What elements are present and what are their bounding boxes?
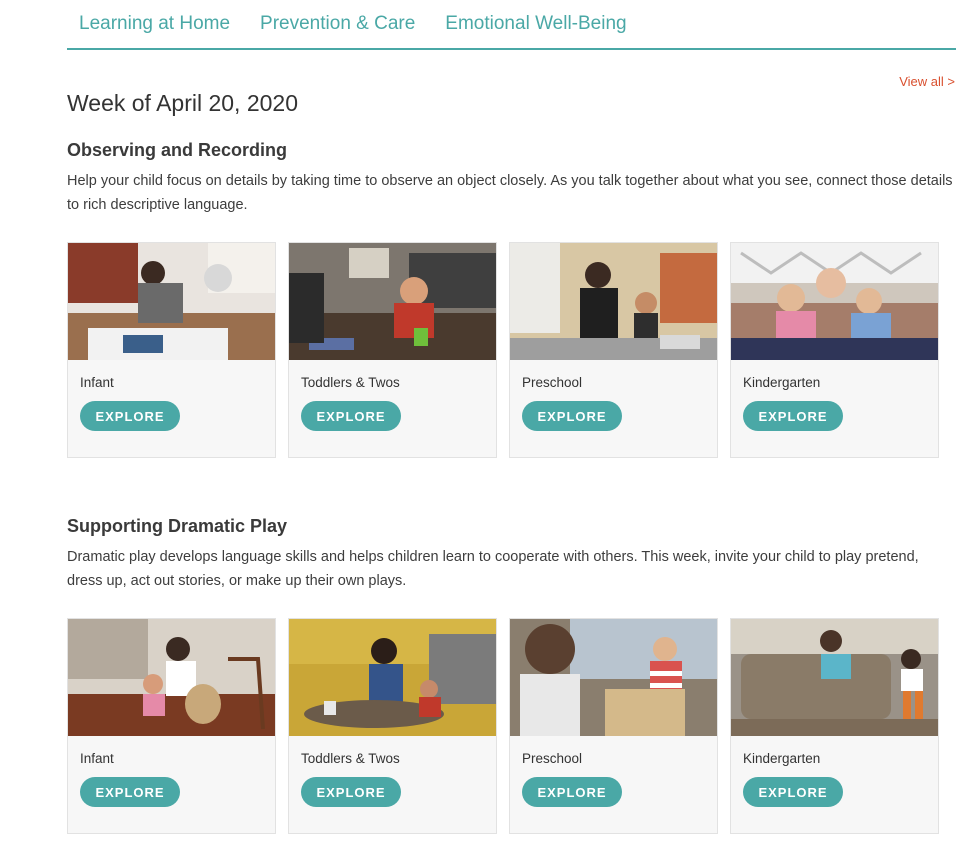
card-age-label: Preschool: [522, 375, 583, 390]
card-photo: [68, 243, 275, 360]
age-card-toddlers-twos[interactable]: Toddlers & Twos EXPLORE: [288, 618, 497, 834]
card-age-label: Infant: [80, 751, 114, 766]
card-age-label: Infant: [80, 375, 114, 390]
card-age-label: Kindergarten: [743, 375, 821, 390]
card-photo: [289, 243, 496, 360]
explore-button[interactable]: EXPLORE: [301, 401, 401, 431]
explore-button[interactable]: EXPLORE: [80, 777, 180, 807]
age-card-kindergarten[interactable]: Kindergarten EXPLORE: [730, 618, 939, 834]
card-age-label: Toddlers & Twos: [301, 375, 400, 390]
age-card-preschool[interactable]: Preschool EXPLORE: [509, 618, 718, 834]
age-card-kindergarten[interactable]: Kindergarten EXPLORE: [730, 242, 939, 458]
tab-emotional-well-being[interactable]: Emotional Well-Being: [445, 13, 626, 35]
age-card-toddlers-twos[interactable]: Toddlers & Twos EXPLORE: [288, 242, 497, 458]
section-description: Help your child focus on details by taki…: [67, 173, 953, 213]
section-description: Dramatic play develops language skills a…: [67, 549, 919, 589]
explore-button[interactable]: EXPLORE: [743, 777, 843, 807]
age-card-infant[interactable]: Infant EXPLORE: [67, 618, 276, 834]
card-photo: [731, 243, 938, 360]
week-title: Week of April 20, 2020: [67, 90, 298, 116]
tab-prevention-care[interactable]: Prevention & Care: [260, 13, 415, 35]
section-observing-recording: Observing and Recording Help your child …: [67, 140, 957, 458]
tab-learning-at-home[interactable]: Learning at Home: [79, 13, 230, 35]
card-age-label: Preschool: [522, 751, 583, 766]
explore-button[interactable]: EXPLORE: [301, 777, 401, 807]
explore-button[interactable]: EXPLORE: [522, 777, 622, 807]
card-photo: [289, 619, 496, 736]
age-card-preschool[interactable]: Preschool EXPLORE: [509, 242, 718, 458]
card-row: Infant EXPLORE Toddlers & Twos EXPLORE P…: [67, 242, 939, 458]
section-title: Observing and Recording: [67, 140, 288, 160]
view-all-link[interactable]: View all >: [899, 74, 955, 89]
explore-button[interactable]: EXPLORE: [80, 401, 180, 431]
topic-tabs: Learning at Home Prevention & Care Emoti…: [67, 0, 956, 50]
card-age-label: Toddlers & Twos: [301, 751, 400, 766]
card-photo: [510, 243, 717, 360]
section-supporting-dramatic-play: Supporting Dramatic Play Dramatic play d…: [67, 516, 957, 834]
explore-button[interactable]: EXPLORE: [743, 401, 843, 431]
card-photo: [510, 619, 717, 736]
card-photo: [731, 619, 938, 736]
card-age-label: Kindergarten: [743, 751, 821, 766]
age-card-infant[interactable]: Infant EXPLORE: [67, 242, 276, 458]
card-photo: [68, 619, 275, 736]
section-title: Supporting Dramatic Play: [67, 516, 288, 536]
explore-button[interactable]: EXPLORE: [522, 401, 622, 431]
card-row: Infant EXPLORE Toddlers & Twos EXPLORE P…: [67, 618, 939, 834]
